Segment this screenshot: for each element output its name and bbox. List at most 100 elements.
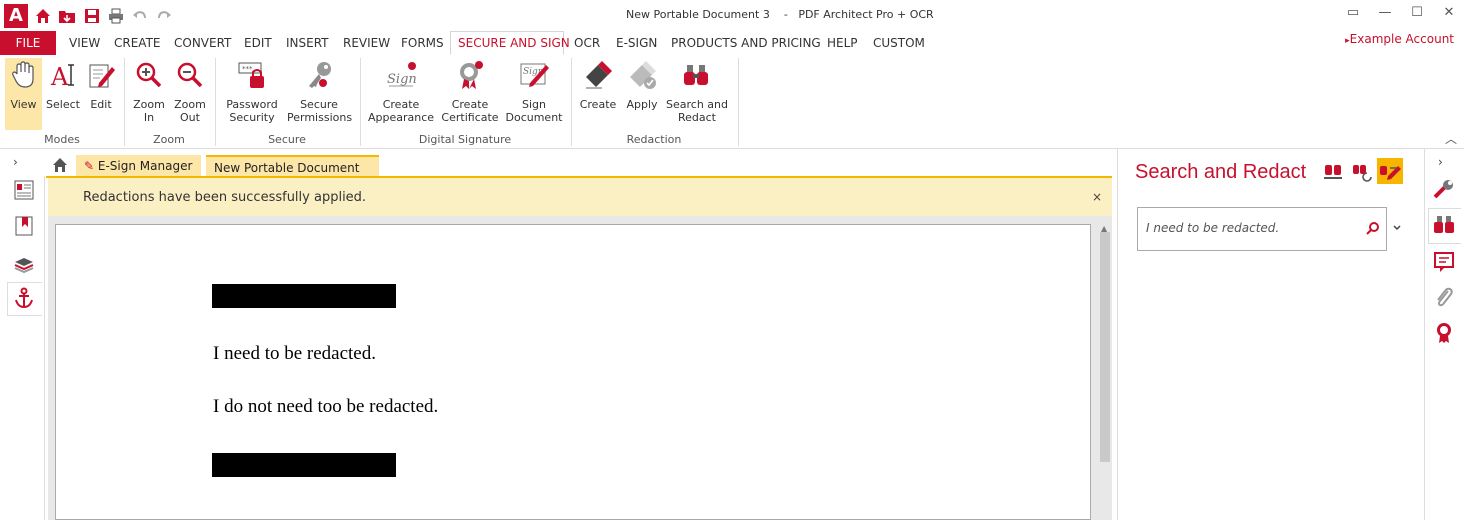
tab-new-portable-document[interactable]: New Portable Document 3* × xyxy=(206,155,379,197)
notification-close-icon[interactable]: × xyxy=(1092,190,1102,204)
collapse-ribbon-icon[interactable]: ︿ xyxy=(1445,130,1457,147)
menu-convert[interactable]: CONVERT xyxy=(174,36,231,50)
menu-custom[interactable]: CUSTOM xyxy=(873,36,925,50)
open-folder-icon[interactable] xyxy=(58,7,76,25)
create-appearance-label-2: Appearance xyxy=(368,111,435,124)
anchor-icon[interactable] xyxy=(13,287,35,309)
menu-review[interactable]: REVIEW xyxy=(343,36,390,50)
bookmarks-icon[interactable] xyxy=(13,215,35,237)
print-icon[interactable] xyxy=(107,7,125,25)
redaction-block[interactable] xyxy=(212,284,396,308)
title-separator: - xyxy=(783,8,788,21)
menu-view[interactable]: VIEW xyxy=(69,36,100,50)
select-mode-button[interactable]: A Select xyxy=(44,59,82,111)
app-logo[interactable]: A xyxy=(4,4,28,28)
menu-file[interactable]: FILE xyxy=(0,31,56,55)
create-certificate-label-1: Create xyxy=(451,98,489,111)
minimize-button[interactable]: — xyxy=(1370,4,1400,24)
zoom-out-label-2: Out xyxy=(180,111,200,124)
sign-document-button[interactable]: Sign Sign Document xyxy=(505,59,563,124)
zoom-out-icon xyxy=(177,62,203,88)
app-title: PDF Architect Pro + OCR xyxy=(798,8,934,21)
undo-icon[interactable] xyxy=(131,7,149,25)
create-redaction-button[interactable]: Create xyxy=(578,59,618,111)
home-tab-icon[interactable] xyxy=(50,155,70,175)
document-text-line: I do not need too be redacted. xyxy=(213,396,439,417)
menu-edit[interactable]: EDIT xyxy=(244,36,272,50)
binoculars-icon xyxy=(684,65,708,85)
pages-thumbnail-icon[interactable] xyxy=(13,179,35,201)
edit-mode-button[interactable]: Edit xyxy=(84,59,118,111)
create-redaction-label: Create xyxy=(579,98,617,111)
password-lock-icon: *** xyxy=(238,62,264,88)
account-link[interactable]: ▸Example Account xyxy=(1345,32,1454,46)
comments-icon[interactable] xyxy=(1432,250,1456,274)
save-icon[interactable] xyxy=(83,7,101,25)
search-redact-panel xyxy=(1117,149,1425,520)
menu-help[interactable]: HELP xyxy=(827,36,858,50)
hand-icon xyxy=(11,61,34,88)
search-redact-refresh-icon[interactable] xyxy=(1349,158,1375,184)
menu-e-sign[interactable]: E-SIGN xyxy=(616,36,657,50)
document-page[interactable] xyxy=(55,224,1091,520)
apply-redaction-icon xyxy=(630,61,656,89)
expand-right-panel-icon[interactable]: › xyxy=(1438,155,1443,169)
esign-pen-icon: ✎ xyxy=(84,159,95,173)
close-window-button[interactable]: ✕ xyxy=(1434,4,1464,24)
scroll-up-icon[interactable]: ▲ xyxy=(1101,224,1107,233)
digital-signature-group-label: Digital Signature xyxy=(418,133,512,146)
document-tab-bar xyxy=(44,149,1116,176)
ribbon xyxy=(0,55,1464,149)
apply-redaction-label: Apply xyxy=(626,98,658,111)
search-icon[interactable] xyxy=(1366,221,1380,235)
secure-permissions-button[interactable]: Secure Permissions xyxy=(287,59,352,124)
attachment-icon[interactable] xyxy=(1432,285,1456,309)
ribbon-separator xyxy=(360,58,361,146)
view-mode-button[interactable]: View xyxy=(5,59,42,111)
key-icon xyxy=(309,62,331,88)
binoculars-icon[interactable] xyxy=(1432,213,1456,237)
menu-ocr[interactable]: OCR xyxy=(574,36,600,50)
zoom-out-label-1: Zoom xyxy=(174,98,206,111)
account-name: Example Account xyxy=(1349,32,1454,46)
password-security-button[interactable]: *** Password Security xyxy=(222,59,282,124)
search-redact-mode-icon[interactable] xyxy=(1320,158,1346,184)
certificate-seal-icon xyxy=(460,61,483,89)
select-label: Select xyxy=(46,98,80,111)
menu-create[interactable]: CREATE xyxy=(114,36,161,50)
sign-document-icon: Sign xyxy=(520,63,549,87)
chevron-down-icon[interactable] xyxy=(1392,223,1402,233)
apply-redaction-button[interactable]: Apply xyxy=(622,59,662,111)
create-certificate-button[interactable]: Create Certificate xyxy=(440,59,500,124)
redaction-block[interactable] xyxy=(212,453,396,477)
tab-esign-label: E-Sign Manager xyxy=(97,159,193,173)
tab-esign-manager[interactable]: ✎ E-Sign Manager xyxy=(76,155,201,177)
search-input[interactable] xyxy=(1146,221,1346,235)
search-and-redact-button[interactable]: Search and Redact xyxy=(666,59,728,124)
document-title: New Portable Document 3 xyxy=(626,8,770,21)
layers-icon[interactable] xyxy=(13,252,35,274)
zoom-out-button[interactable]: Zoom Out xyxy=(171,59,209,124)
menu-forms[interactable]: FORMS xyxy=(401,36,444,50)
notification-text: Redactions have been successfully applie… xyxy=(83,190,367,205)
edit-document-icon xyxy=(89,64,115,88)
zoom-in-label-1: Zoom xyxy=(133,98,165,111)
expand-left-panel-icon[interactable]: › xyxy=(13,155,18,169)
ribbon-separator xyxy=(571,58,572,146)
menu-secure-and-sign[interactable]: SECURE AND SIGN xyxy=(458,36,570,50)
menu-insert[interactable]: INSERT xyxy=(286,36,329,50)
maximize-button[interactable]: ☐ xyxy=(1402,4,1432,24)
password-label-2: Security xyxy=(229,111,275,124)
tools-icon[interactable] xyxy=(1432,178,1456,202)
redo-icon[interactable] xyxy=(155,7,173,25)
home-icon[interactable] xyxy=(34,7,52,25)
restore-layout-icon[interactable]: ▭ xyxy=(1338,4,1368,24)
scrollbar-thumb[interactable] xyxy=(1100,232,1110,462)
mark-for-redaction-icon[interactable] xyxy=(1377,158,1403,184)
search-redact-label-2: Redact xyxy=(677,111,716,124)
create-appearance-button[interactable]: Sign Create Appearance xyxy=(368,59,434,124)
menu-products-and-pricing[interactable]: PRODUCTS AND PRICING xyxy=(671,36,821,50)
svg-text:***: *** xyxy=(242,65,253,73)
certificate-badge-icon[interactable] xyxy=(1432,320,1456,344)
zoom-in-button[interactable]: Zoom In xyxy=(130,59,168,124)
